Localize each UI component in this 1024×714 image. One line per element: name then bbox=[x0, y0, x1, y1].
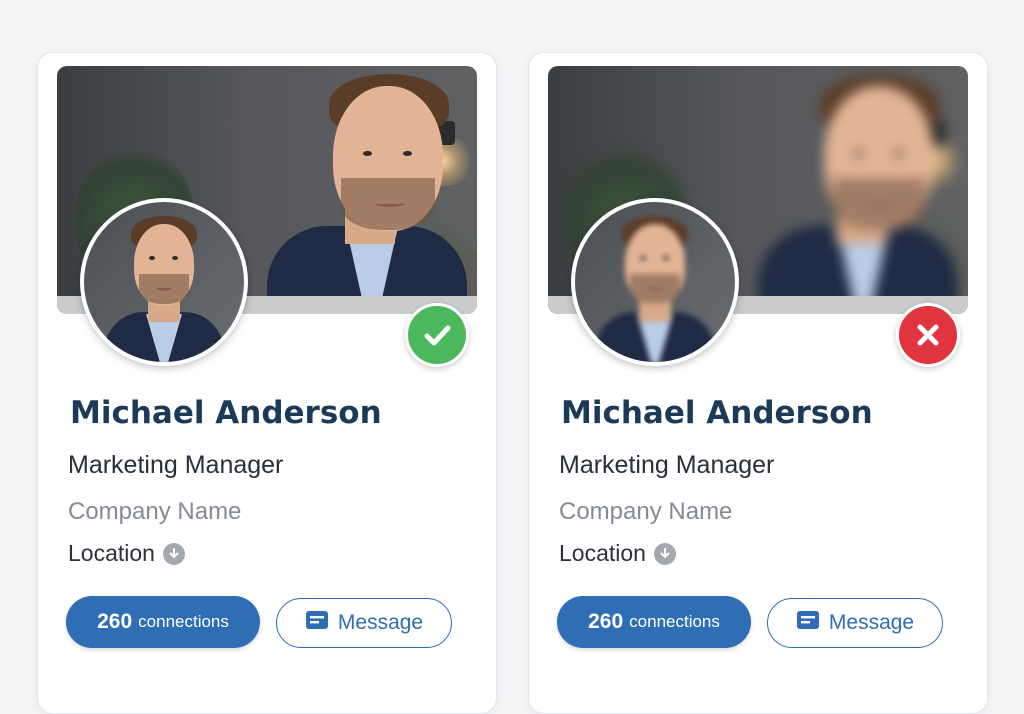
connections-label: connections bbox=[138, 612, 229, 631]
location-label: Location bbox=[68, 540, 155, 566]
location: Location bbox=[559, 540, 676, 567]
profile-name: Michael Anderson bbox=[561, 395, 873, 431]
connections-button[interactable]: 260 connections bbox=[557, 596, 751, 648]
location-pin-icon[interactable] bbox=[162, 542, 185, 565]
connections-count: 260 bbox=[588, 610, 624, 633]
job-title: Marketing Manager bbox=[559, 451, 775, 479]
x-icon bbox=[896, 303, 960, 367]
profile-avatar[interactable] bbox=[80, 198, 248, 366]
message-label: Message bbox=[828, 611, 915, 634]
profile-avatar[interactable] bbox=[571, 198, 739, 366]
company-name: Company Name bbox=[68, 498, 242, 525]
message-button[interactable]: Message bbox=[767, 598, 943, 648]
connections-label: connections bbox=[629, 612, 720, 631]
message-icon bbox=[796, 610, 820, 636]
profile-card-good: Michael Anderson Marketing Manager Compa… bbox=[37, 52, 497, 714]
location: Location bbox=[68, 540, 185, 567]
message-label: Message bbox=[337, 611, 424, 634]
message-button[interactable]: Message bbox=[276, 598, 452, 648]
connections-button[interactable]: 260 connections bbox=[66, 596, 260, 648]
check-icon bbox=[405, 303, 469, 367]
location-pin-icon[interactable] bbox=[653, 542, 676, 565]
profile-card-bad: Michael Anderson Marketing Manager Compa… bbox=[528, 52, 988, 714]
connections-count: 260 bbox=[97, 610, 133, 633]
message-icon bbox=[305, 610, 329, 636]
profile-name: Michael Anderson bbox=[70, 395, 382, 431]
job-title: Marketing Manager bbox=[68, 451, 284, 479]
company-name: Company Name bbox=[559, 498, 733, 525]
location-label: Location bbox=[559, 540, 646, 566]
